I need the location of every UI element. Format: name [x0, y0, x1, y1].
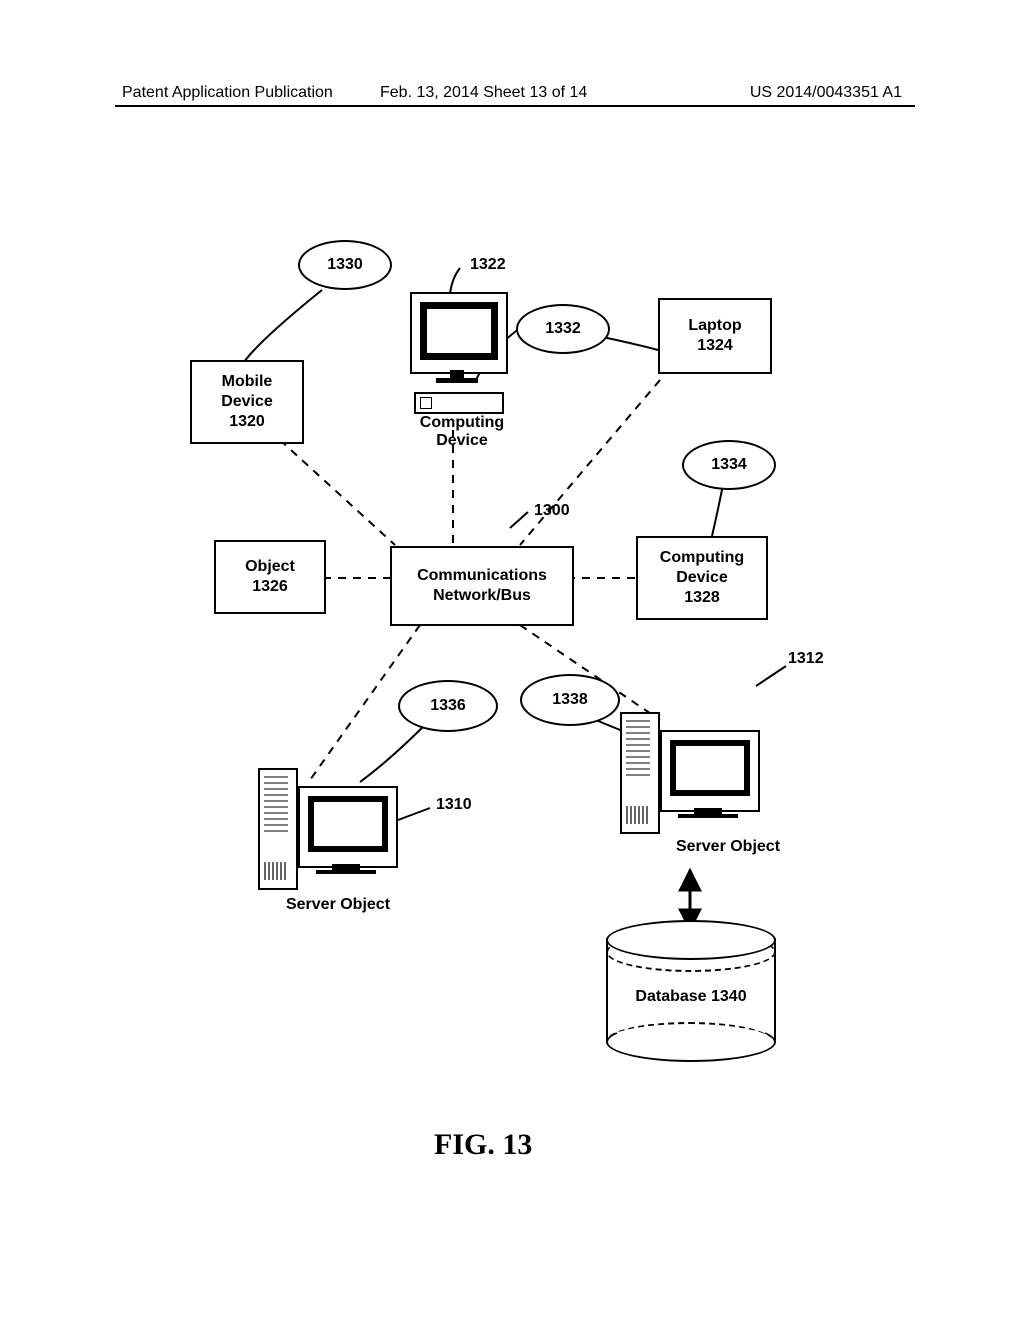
box-object: Object 1326	[214, 540, 326, 614]
diagram-connectors	[0, 0, 1024, 1320]
box-mobile-device: Mobile Device 1320	[190, 360, 304, 444]
leader-1312: 1312	[788, 650, 824, 668]
label-computing-device: Computing Device	[392, 414, 532, 450]
header-rule	[115, 105, 915, 107]
computing-device-icon	[402, 292, 512, 422]
leader-1322: 1322	[470, 256, 506, 274]
box-network-bus: Communications Network/Bus	[390, 546, 574, 626]
figure-label: FIG. 13	[434, 1128, 532, 1162]
ellipse-1334: 1334	[682, 440, 776, 490]
database-icon: Database 1340	[606, 920, 776, 1060]
page: Patent Application Publication Feb. 13, …	[0, 0, 1024, 1320]
server-left-icon	[258, 768, 398, 898]
box-laptop: Laptop 1324	[658, 298, 772, 374]
box-computing-device-1328: Computing Device 1328	[636, 536, 768, 620]
ellipse-1332: 1332	[516, 304, 610, 354]
ellipse-1336: 1336	[398, 680, 498, 732]
leader-1310: 1310	[436, 796, 472, 814]
server-right-icon	[620, 712, 760, 842]
label-server-object-left: Server Object	[278, 896, 398, 914]
leader-1300: 1300	[534, 502, 570, 520]
label-database: Database 1340	[606, 988, 776, 1006]
header-publication: Patent Application Publication	[122, 84, 333, 102]
header-date-sheet: Feb. 13, 2014 Sheet 13 of 14	[380, 84, 587, 102]
header-pub-number: US 2014/0043351 A1	[750, 84, 902, 102]
ellipse-1330: 1330	[298, 240, 392, 290]
label-server-object-right: Server Object	[668, 838, 788, 856]
ellipse-1338: 1338	[520, 674, 620, 726]
